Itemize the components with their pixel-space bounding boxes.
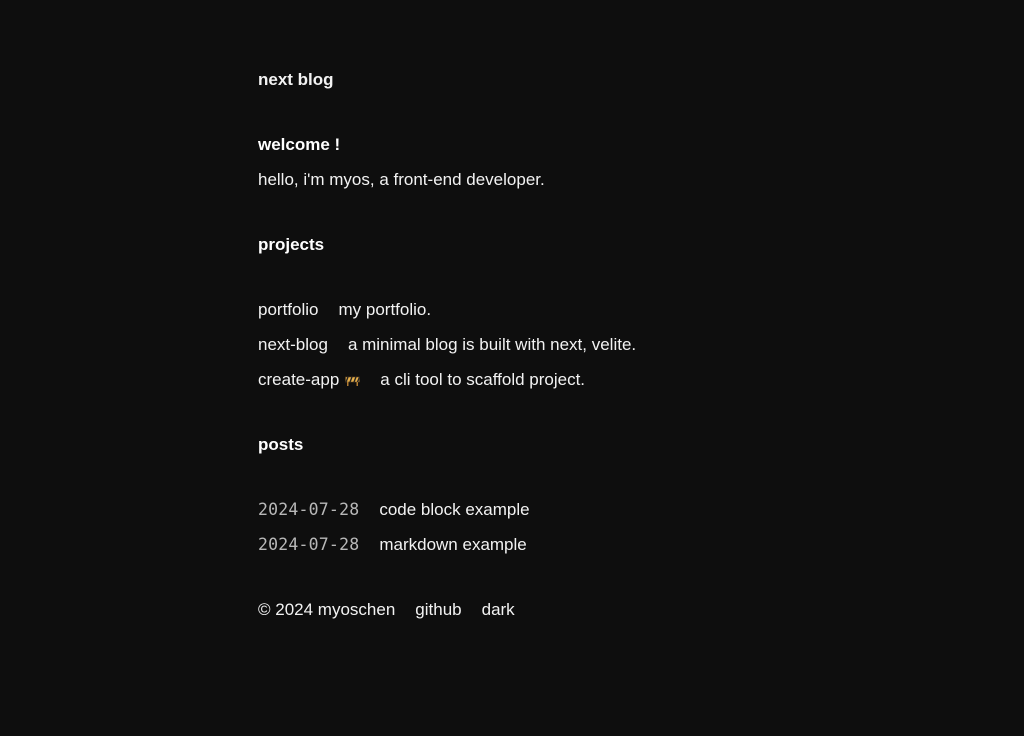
project-item: portfolio my portfolio. (258, 299, 431, 321)
project-description: my portfolio. (338, 300, 432, 319)
post-item[interactable]: 2024-07-28 markdown example (258, 534, 527, 556)
project-link-next-blog[interactable]: next-blog (258, 335, 328, 354)
projects-heading: projects (258, 235, 325, 254)
copyright-text: © 2024 myoschen (258, 600, 396, 619)
post-item[interactable]: 2024-07-28 code block example (258, 499, 530, 521)
site-title-link[interactable]: next blog (258, 70, 334, 89)
intro-text: hello, i'm myos, a front-end developer. (258, 170, 545, 189)
site-title[interactable]: next blog (258, 69, 334, 91)
construction-barrier-icon (345, 370, 361, 386)
post-date: 2024-07-28 (258, 500, 360, 519)
footer: © 2024 myoschen github dark (258, 599, 515, 621)
posts-heading: posts (258, 435, 304, 454)
project-description: a minimal blog is built with next, velit… (347, 335, 637, 354)
github-link[interactable]: github (415, 600, 461, 619)
post-link[interactable]: markdown example (379, 535, 526, 554)
project-description: a cli tool to scaffold project. (380, 370, 586, 389)
theme-toggle-button[interactable]: dark (482, 600, 515, 619)
project-link-portfolio[interactable]: portfolio (258, 300, 318, 319)
page: next blog welcome ! hello, i'm myos, a f… (0, 0, 1024, 736)
project-item: next-blog a minimal blog is built with ne… (258, 334, 636, 356)
project-link-create-app[interactable]: create-app (258, 370, 339, 389)
project-item: create-app a cli tool to scaffold projec… (258, 369, 585, 391)
welcome-heading: welcome ! (258, 135, 341, 154)
post-date: 2024-07-28 (258, 535, 360, 554)
post-link[interactable]: code block example (379, 500, 529, 519)
